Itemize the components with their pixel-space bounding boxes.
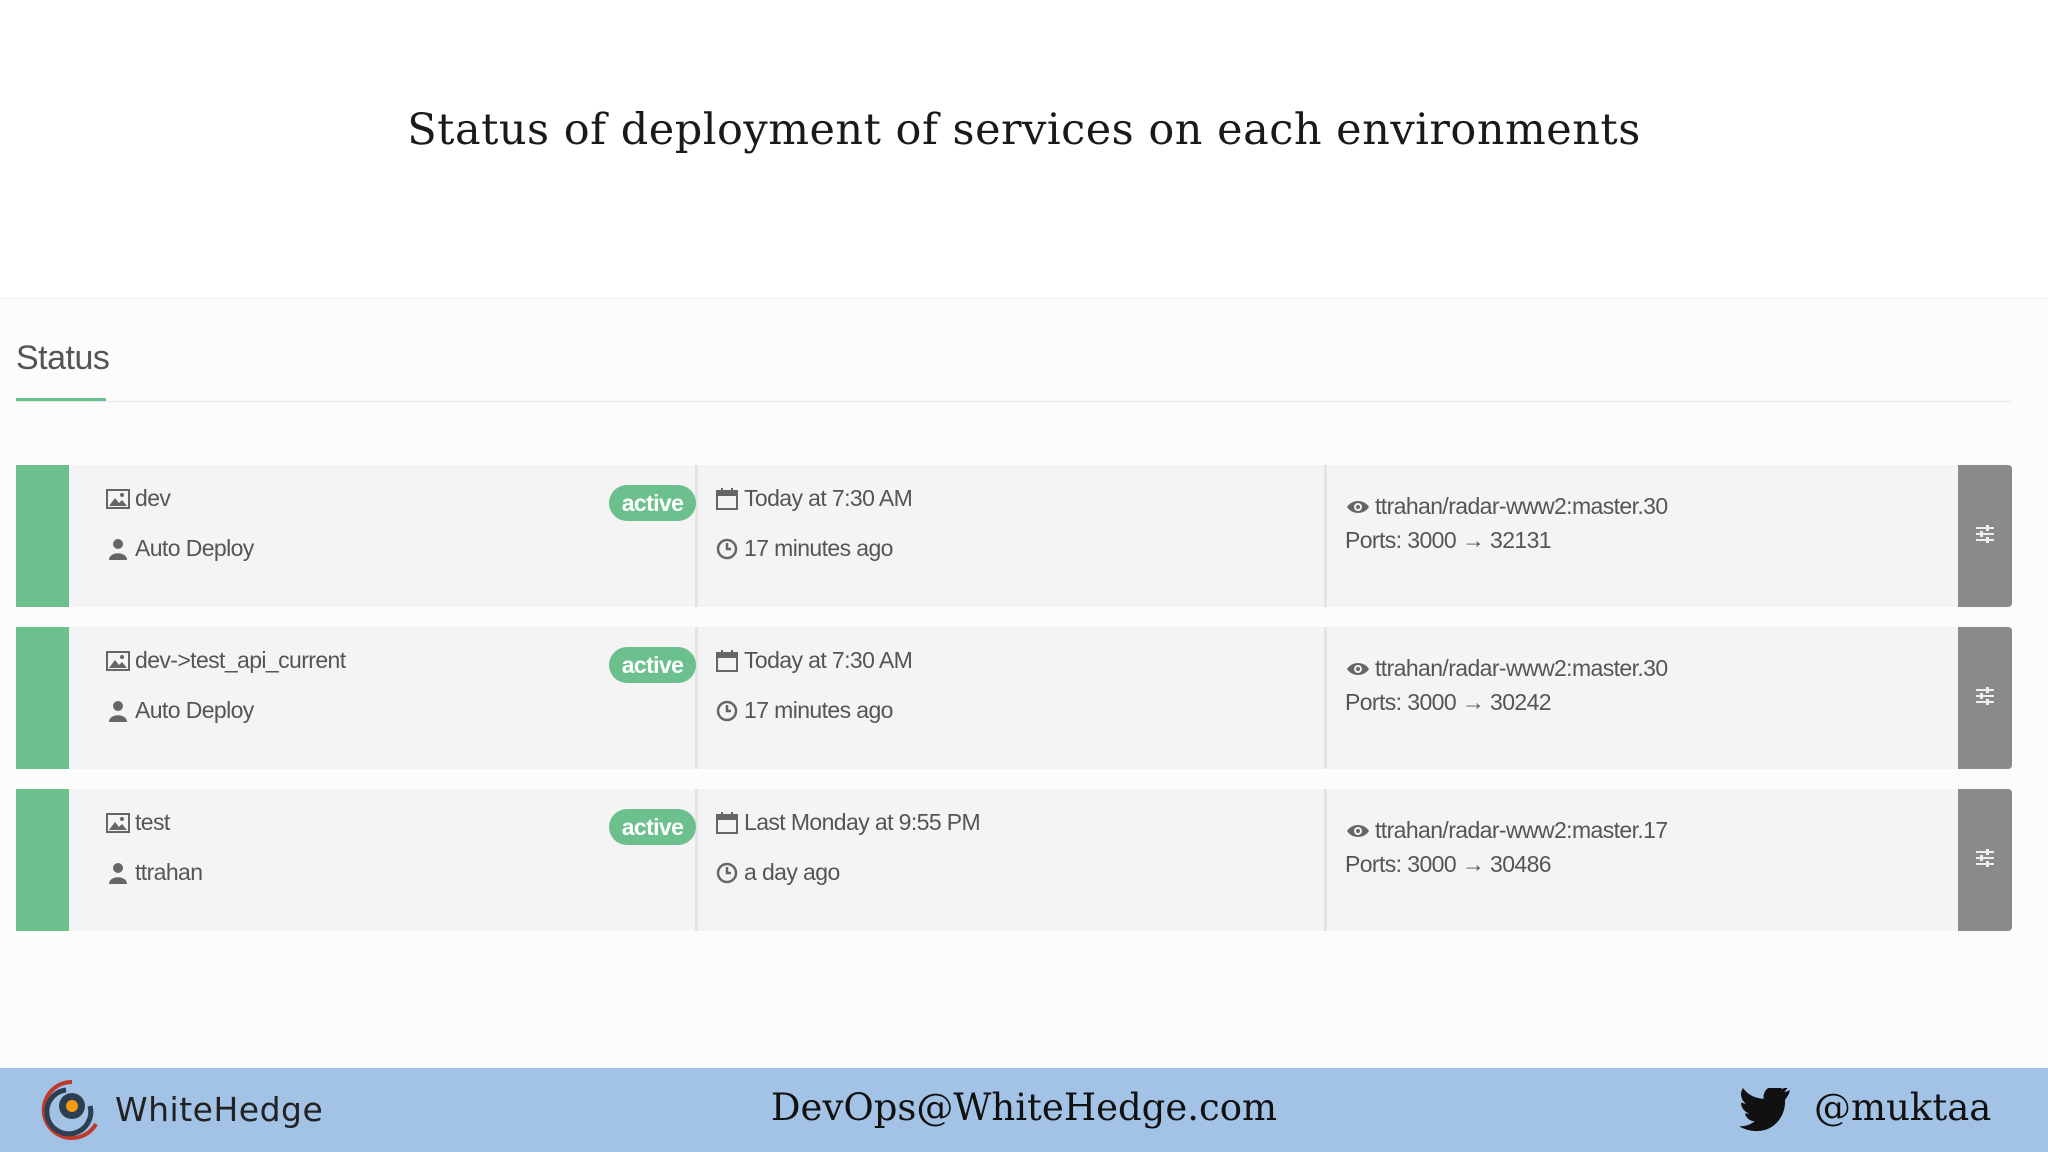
environment-name[interactable]: dev->test_api_current (135, 647, 346, 674)
status-panel: Status dev Auto Deploy active Today at 7… (0, 298, 2048, 1068)
relative-time-line: 17 minutes ago (714, 535, 893, 562)
deployment-row[interactable]: test ttrahan active Last Monday at 9:55 … (16, 789, 2012, 931)
heading-divider (16, 401, 2012, 402)
settings-button[interactable] (1958, 465, 2012, 607)
user-icon (105, 700, 131, 722)
status-color-bar (16, 465, 69, 607)
status-badge: active (609, 809, 696, 845)
clock-icon (714, 538, 740, 560)
deploy-date: Last Monday at 9:55 PM (744, 809, 981, 835)
deployer-name: Auto Deploy (135, 535, 254, 561)
eye-icon (1345, 661, 1371, 677)
date-line: Last Monday at 9:55 PM (714, 809, 981, 836)
image-tag-line: ttrahan/radar-www2:master.30 (1345, 655, 1668, 682)
relative-time: 17 minutes ago (744, 535, 893, 561)
clock-icon (714, 700, 740, 722)
user-icon (105, 538, 131, 560)
environment-cell: dev Auto Deploy active (69, 465, 698, 607)
ports-mapping: Ports: 3000 → 32131 (1345, 527, 1552, 553)
ports-line: Ports: 3000 → 30242 (1345, 689, 1552, 716)
twitter-bird-icon (1739, 1086, 1790, 1132)
time-cell: Today at 7:30 AM 17 minutes ago (698, 627, 1327, 769)
environment-line: dev (105, 485, 171, 512)
ports-mapping: Ports: 3000 → 30486 (1345, 851, 1552, 877)
settings-button[interactable] (1958, 627, 2012, 769)
status-color-bar (16, 627, 69, 769)
calendar-icon (714, 487, 740, 510)
deployer-name: Auto Deploy (135, 697, 254, 723)
sliders-icon (1975, 524, 1995, 549)
environment-cell: dev->test_api_current Auto Deploy active (69, 627, 698, 769)
image-tag-line: ttrahan/radar-www2:master.30 (1345, 493, 1668, 520)
image-cell: ttrahan/radar-www2:master.30 Ports: 3000… (1327, 465, 1958, 607)
slide-title: Status of deployment of services on each… (407, 105, 1641, 155)
twitter-handle[interactable]: @muktaa (1814, 1086, 1991, 1129)
image-icon (105, 812, 131, 833)
deployment-row[interactable]: dev->test_api_current Auto Deploy active… (16, 627, 2012, 769)
deploy-date: Today at 7:30 AM (744, 485, 913, 511)
image-tag[interactable]: ttrahan/radar-www2:master.17 (1375, 817, 1668, 844)
environment-cell: test ttrahan active (69, 789, 698, 931)
sliders-icon (1975, 848, 1995, 873)
environment-name[interactable]: dev (135, 485, 171, 512)
ports-line: Ports: 3000 → 30486 (1345, 851, 1552, 878)
relative-time-line: a day ago (714, 859, 840, 886)
settings-button[interactable] (1958, 789, 2012, 931)
relative-time: 17 minutes ago (744, 697, 893, 723)
image-icon (105, 488, 131, 509)
environment-line: dev->test_api_current (105, 647, 346, 674)
environment-line: test (105, 809, 170, 836)
date-line: Today at 7:30 AM (714, 485, 913, 512)
status-badge: active (609, 647, 696, 683)
image-cell: ttrahan/radar-www2:master.30 Ports: 3000… (1327, 627, 1958, 769)
relative-time-line: 17 minutes ago (714, 697, 893, 724)
time-cell: Today at 7:30 AM 17 minutes ago (698, 465, 1327, 607)
deployment-row[interactable]: dev Auto Deploy active Today at 7:30 AM (16, 465, 2012, 607)
deployer-name: ttrahan (135, 859, 203, 885)
time-cell: Last Monday at 9:55 PM a day ago (698, 789, 1327, 931)
relative-time: a day ago (744, 859, 840, 885)
ports-line: Ports: 3000 → 32131 (1345, 527, 1552, 554)
sliders-icon (1975, 686, 1995, 711)
panel-heading: Status (16, 339, 110, 377)
eye-icon (1345, 499, 1371, 515)
deployer-line: ttrahan (105, 859, 203, 886)
ports-mapping: Ports: 3000 → 30242 (1345, 689, 1552, 715)
image-tag-line: ttrahan/radar-www2:master.17 (1345, 817, 1668, 844)
date-line: Today at 7:30 AM (714, 647, 913, 674)
calendar-icon (714, 649, 740, 672)
image-cell: ttrahan/radar-www2:master.17 Ports: 3000… (1327, 789, 1958, 931)
image-tag[interactable]: ttrahan/radar-www2:master.30 (1375, 655, 1668, 682)
eye-icon (1345, 823, 1371, 839)
image-tag[interactable]: ttrahan/radar-www2:master.30 (1375, 493, 1668, 520)
deploy-date: Today at 7:30 AM (744, 647, 913, 673)
environment-name[interactable]: test (135, 809, 170, 836)
image-icon (105, 650, 131, 671)
clock-icon (714, 862, 740, 884)
deployer-line: Auto Deploy (105, 697, 254, 724)
deployer-line: Auto Deploy (105, 535, 254, 562)
status-badge: active (609, 485, 696, 521)
footer-bar: WhiteHedge DevOps@WhiteHedge.com @muktaa (0, 1068, 2048, 1152)
calendar-icon (714, 811, 740, 834)
user-icon (105, 862, 131, 884)
status-color-bar (16, 789, 69, 931)
